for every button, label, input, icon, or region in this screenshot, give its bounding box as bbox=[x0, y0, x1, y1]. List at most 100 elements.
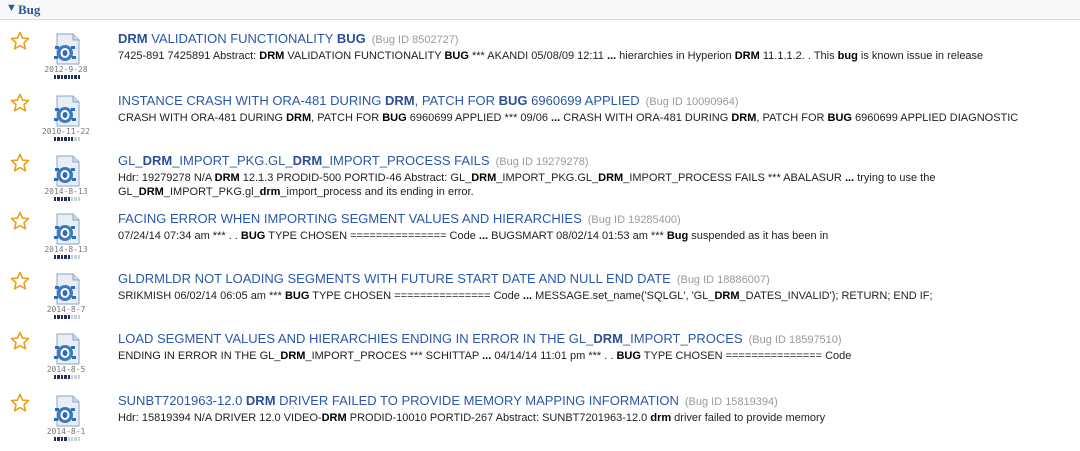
relevance-bar bbox=[70, 255, 74, 259]
collapse-toggle-icon[interactable]: ▼ bbox=[6, 2, 17, 14]
result-title-link[interactable]: LOAD SEGMENT VALUES AND HIERARCHIES ENDI… bbox=[118, 331, 842, 346]
relevance-bar bbox=[57, 315, 60, 319]
relevance-bar bbox=[74, 255, 77, 259]
bug-id-label: (Bug ID 8502727) bbox=[371, 34, 459, 46]
relevance-bar bbox=[70, 197, 74, 201]
title-segment: SUNBT7201963-12.0 bbox=[118, 393, 246, 408]
snippet-segment: SRIKMISH 06/02/14 06:05 am *** bbox=[118, 290, 285, 302]
snippet-segment: _IMPORT_PKG.gl_ bbox=[163, 186, 260, 198]
title-segment: LOAD SEGMENT VALUES AND HIERARCHIES ENDI… bbox=[118, 331, 594, 346]
snippet-segment: DRM bbox=[734, 50, 760, 62]
relevance-bar bbox=[54, 437, 57, 441]
bug-id-label: (Bug ID 10090964) bbox=[645, 96, 739, 108]
relevance-bar bbox=[54, 255, 57, 259]
result-snippet: Hdr: 19279278 N/A DRM 12.1.3 PRODID-500 … bbox=[118, 171, 1078, 199]
relevance-bar bbox=[60, 255, 64, 259]
relevance-meter bbox=[54, 375, 80, 379]
result-date: 2014-8-5 bbox=[46, 365, 86, 374]
relevance-bar bbox=[74, 375, 77, 379]
relevance-bar bbox=[57, 375, 60, 379]
title-segment: DRM bbox=[292, 153, 323, 168]
relevance-bar bbox=[60, 315, 64, 319]
relevance-meter bbox=[54, 137, 80, 141]
snippet-segment: ENDING IN ERROR IN THE GL_ bbox=[118, 350, 281, 362]
favorite-star-icon[interactable] bbox=[10, 153, 30, 173]
relevance-bar bbox=[64, 197, 67, 201]
title-segment: 6960699 APPLIED bbox=[527, 93, 640, 108]
result-title-link[interactable]: DRM VALIDATION FUNCTIONALITY BUG (Bug ID … bbox=[118, 31, 459, 46]
relevance-bar bbox=[74, 137, 77, 141]
result-title-link[interactable]: SUNBT7201963-12.0 DRM DRIVER FAILED TO P… bbox=[118, 393, 778, 408]
relevance-bar bbox=[64, 75, 67, 79]
snippet-segment: 11.1.1.2. . This bbox=[759, 50, 838, 62]
relevance-bar bbox=[70, 437, 74, 441]
relevance-bar bbox=[67, 75, 70, 79]
bug-id-label: (Bug ID 18597510) bbox=[748, 334, 842, 346]
relevance-bar bbox=[70, 315, 74, 319]
snippet-segment: DRM bbox=[321, 412, 347, 424]
title-segment: GLDRMLDR NOT LOADING SEGMENTS WITH FUTUR… bbox=[118, 271, 671, 286]
snippet-segment: _IMPORT_PROCESS FAILS *** ABALASUR bbox=[623, 172, 845, 184]
snippet-segment: TYPE CHOSEN =============== Code bbox=[265, 230, 479, 242]
favorite-star-icon[interactable] bbox=[10, 331, 30, 351]
title-segment: DRM bbox=[118, 31, 148, 46]
snippet-segment: TYPE CHOSEN =============== Code bbox=[640, 350, 852, 362]
result-title-link[interactable]: FACING ERROR WHEN IMPORTING SEGMENT VALU… bbox=[118, 211, 681, 226]
relevance-bar bbox=[54, 315, 57, 319]
snippet-segment: ... bbox=[482, 350, 492, 362]
relevance-bar bbox=[57, 75, 60, 79]
relevance-bar bbox=[54, 137, 57, 141]
snippet-segment: _import_process and its ending in error. bbox=[280, 186, 474, 198]
relevance-bar bbox=[77, 315, 80, 319]
result-date: 2014-8-7 bbox=[46, 305, 86, 314]
result-date: 2014-8-13 bbox=[44, 187, 88, 196]
section-header-bug[interactable]: ▼ Bug bbox=[0, 0, 1080, 20]
title-segment: _IMPORT_PKG.GL_ bbox=[172, 153, 293, 168]
relevance-bar bbox=[60, 375, 64, 379]
snippet-segment: ... bbox=[478, 230, 489, 242]
relevance-bar bbox=[57, 137, 60, 141]
snippet-segment: BUG bbox=[240, 230, 266, 242]
result-date: 2010-11-22 bbox=[41, 127, 91, 136]
relevance-bar bbox=[64, 137, 67, 141]
favorite-star-icon[interactable] bbox=[10, 271, 30, 291]
title-segment: INSTANCE CRASH WITH ORA-481 DURING bbox=[118, 93, 386, 108]
favorite-star-icon[interactable] bbox=[10, 211, 30, 231]
favorite-star-icon[interactable] bbox=[10, 31, 30, 51]
relevance-bar bbox=[77, 75, 80, 79]
snippet-segment: Bug bbox=[666, 230, 689, 242]
snippet-segment: DRM bbox=[138, 186, 164, 198]
snippet-segment: DRM bbox=[259, 50, 285, 62]
relevance-bar bbox=[57, 437, 60, 441]
relevance-meter bbox=[54, 255, 80, 259]
result-row: 2014-8-13 GL_DRM_IMPORT_PKG.GL_DRM_IMPORT… bbox=[0, 153, 1080, 211]
result-row: 2010-11-22 INSTANCE CRASH WITH ORA-481 DU… bbox=[0, 93, 1080, 151]
snippet-segment: BUG bbox=[616, 350, 641, 362]
title-segment: _IMPORT_PROCES bbox=[622, 331, 743, 346]
snippet-segment: BUG bbox=[444, 50, 469, 62]
result-title-link[interactable]: GL_DRM_IMPORT_PKG.GL_DRM_IMPORT_PROCESS … bbox=[118, 153, 589, 168]
favorite-star-icon[interactable] bbox=[10, 393, 30, 413]
snippet-segment: BUGSMART 08/02/14 01:53 am *** bbox=[488, 230, 667, 242]
relevance-bar bbox=[74, 197, 77, 201]
result-title-link[interactable]: GLDRMLDR NOT LOADING SEGMENTS WITH FUTUR… bbox=[118, 271, 770, 286]
title-segment: GL_ bbox=[118, 153, 143, 168]
snippet-segment: DRM bbox=[214, 172, 240, 184]
result-snippet: SRIKMISH 06/02/14 06:05 am *** BUG TYPE … bbox=[118, 289, 1078, 303]
snippet-segment: BUG bbox=[284, 290, 310, 302]
section-title[interactable]: Bug bbox=[18, 2, 40, 18]
title-segment: DRM bbox=[593, 331, 623, 346]
favorite-star-icon[interactable] bbox=[10, 93, 30, 113]
bug-id-label: (Bug ID 18886007) bbox=[676, 274, 770, 286]
result-date: 2014-8-1 bbox=[46, 427, 86, 436]
result-snippet: 07/24/14 07:34 am *** . . BUG TYPE CHOSE… bbox=[118, 229, 1078, 243]
title-segment: DRM bbox=[385, 93, 415, 108]
title-segment: , PATCH FOR bbox=[414, 93, 499, 108]
relevance-bar bbox=[60, 197, 64, 201]
result-title-link[interactable]: INSTANCE CRASH WITH ORA-481 DURING DRM, … bbox=[118, 93, 739, 108]
snippet-segment: DRM bbox=[286, 112, 312, 124]
snippet-segment: DRM bbox=[471, 172, 497, 184]
title-segment: VALIDATION FUNCTIONALITY bbox=[147, 31, 337, 46]
snippet-segment: CRASH WITH ORA-481 DURING bbox=[560, 112, 732, 124]
bug-id-label: (Bug ID 19285400) bbox=[587, 214, 681, 226]
